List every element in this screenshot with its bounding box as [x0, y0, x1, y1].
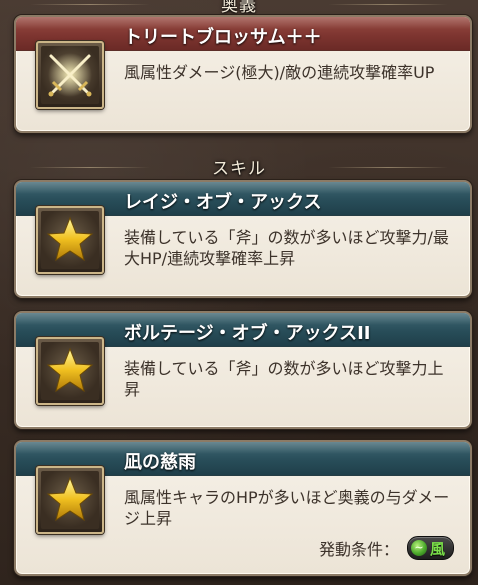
ougi-card[interactable]: トリートブロッサム＋＋ 風属性ダメージ(極大)/敵の連続攻撃確率UP [14, 15, 472, 133]
skill-name: 凪の慈雨 [124, 452, 196, 473]
skill-card-2[interactable]: ボルテージ・オブ・アックスII 装備している「斧」の数が多いほど攻撃力上昇 [14, 311, 472, 429]
element-label: 風 [429, 539, 445, 558]
ougi-icon-frame [36, 41, 104, 109]
condition-label: 発動条件： [318, 540, 399, 559]
skill-card-3[interactable]: 凪の慈雨 風属性キャラのHPが多いほど奥義の与ダメージ上昇 発動条件： ~ 風 [14, 440, 472, 576]
star-icon [46, 476, 94, 522]
skill-description: 装備している「斧」の数が多いほど攻撃力上昇 [124, 359, 444, 399]
skill-icon-frame [36, 337, 104, 405]
skill-card-1[interactable]: レイジ・オブ・アックス 装備している「斧」の数が多いほど攻撃力/最大HP/連続攻… [14, 180, 472, 298]
activation-condition: 発動条件： ~ 風 [319, 536, 454, 560]
wind-element-icon: ~ [410, 540, 427, 556]
ougi-name: トリートブロッサム＋＋ [124, 27, 322, 48]
section-title-ougi: 奥義 [0, 0, 478, 16]
crossed-swords-icon [48, 53, 92, 97]
skill-name: ボルテージ・オブ・アックスII [124, 323, 371, 344]
skill-icon-frame [36, 206, 104, 274]
section-title-skill: スキル [0, 154, 478, 179]
skill-description: 風属性キャラのHPが多いほど奥義の与ダメージ上昇 [124, 488, 450, 528]
star-icon [46, 347, 94, 393]
skill-icon-frame [36, 466, 104, 534]
skill-name: レイジ・オブ・アックス [124, 192, 322, 213]
skill-description: 装備している「斧」の数が多いほど攻撃力/最大HP/連続攻撃確率上昇 [124, 228, 449, 268]
element-badge: ~ 風 [406, 536, 454, 560]
star-icon [46, 216, 94, 262]
ougi-description: 風属性ダメージ(極大)/敵の連続攻撃確率UP [124, 63, 435, 82]
